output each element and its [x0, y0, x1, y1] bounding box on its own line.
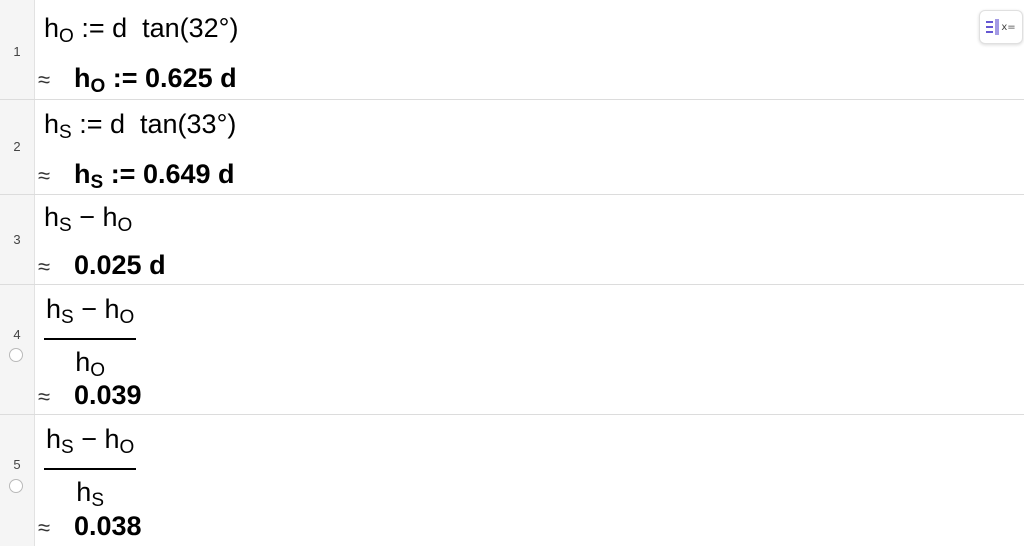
toggle-label: x=: [1001, 21, 1016, 33]
fraction-numerator: hS − hO: [46, 424, 135, 458]
visibility-toggle-circle[interactable]: [9, 479, 23, 493]
cas-output: ≈ hO := 0.625 d: [38, 63, 237, 97]
algebra-view-toggle-button[interactable]: x=: [979, 10, 1023, 44]
fraction-numerator: hS − hO: [46, 294, 135, 328]
approx-symbol: ≈: [38, 254, 51, 279]
approx-symbol: ≈: [38, 163, 51, 188]
cas-output: ≈ hS := 0.649 d: [38, 159, 235, 193]
fraction-bar: [44, 338, 137, 340]
cas-input[interactable]: hS := d tan(33°): [44, 108, 236, 149]
fraction-input[interactable]: hS − hO hO: [44, 293, 137, 387]
cas-row-5[interactable]: 5 hS − hO hS ≈0.038: [0, 415, 1024, 546]
fraction-bar: [44, 468, 137, 470]
menu-lines-icon: [986, 21, 994, 33]
visibility-toggle-circle[interactable]: [9, 348, 23, 362]
cas-output: ≈0.038: [38, 510, 142, 544]
cas-row-3[interactable]: 3 hS − hO ≈0.025 d: [0, 195, 1024, 285]
cursor-bar-icon: [995, 19, 1000, 35]
approx-symbol: ≈: [38, 67, 51, 92]
row-number: 2: [13, 139, 21, 154]
fraction-input[interactable]: hS − hO hS: [44, 423, 137, 517]
approx-symbol: ≈: [38, 515, 51, 540]
approx-symbol: ≈: [38, 384, 51, 409]
cas-view: 1 hO := d tan(32°) ≈ hO := 0.625 d 2 hS :…: [0, 0, 1024, 546]
cas-input[interactable]: hS − hO: [44, 201, 132, 242]
row-number: 1: [13, 44, 21, 59]
cas-input[interactable]: hO := d tan(32°): [44, 12, 238, 53]
row-number: 4: [13, 327, 21, 342]
row-number: 3: [13, 232, 21, 247]
cas-output: ≈0.039: [38, 379, 142, 413]
cas-output: ≈0.025 d: [38, 249, 166, 283]
cas-row-1[interactable]: 1 hO := d tan(32°) ≈ hO := 0.625 d: [0, 0, 1024, 100]
row-number: 5: [13, 457, 21, 472]
cas-row-4[interactable]: 4 hS − hO hO ≈0.039: [0, 285, 1024, 415]
cas-row-2[interactable]: 2 hS := d tan(33°) ≈ hS := 0.649 d: [0, 100, 1024, 195]
